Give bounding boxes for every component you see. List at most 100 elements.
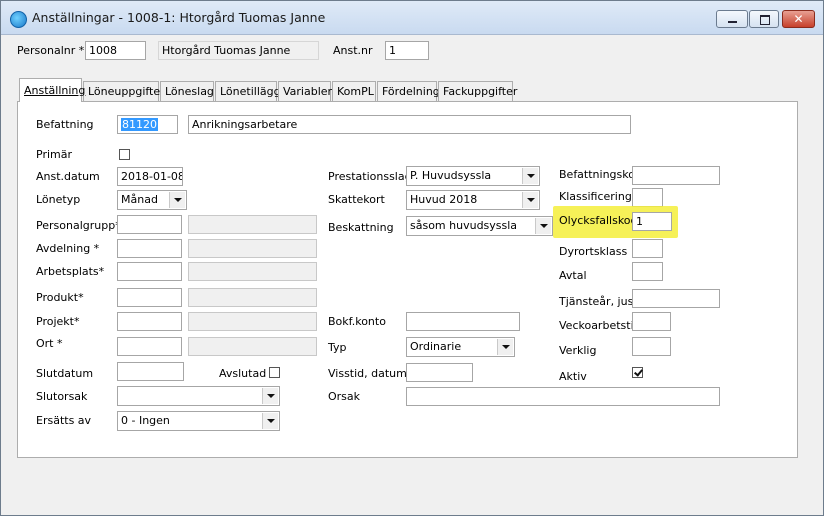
- minimize-icon: [728, 21, 737, 23]
- typ-label: Typ: [328, 341, 347, 354]
- produkt-input[interactable]: [117, 288, 182, 307]
- orsak-label: Orsak: [328, 390, 361, 403]
- befattning-code-value: 81120: [121, 118, 158, 131]
- personalnr-input[interactable]: 1008: [85, 41, 146, 60]
- projekt-desc: [188, 312, 317, 331]
- beskattning-label: Beskattning: [328, 221, 394, 234]
- primar-label: Primär: [36, 148, 72, 161]
- minimize-button[interactable]: [716, 10, 748, 28]
- tab-anstallning[interactable]: Anställning: [19, 78, 86, 102]
- skattekort-select[interactable]: Huvud 2018: [406, 190, 540, 210]
- close-button[interactable]: ✕: [782, 10, 815, 28]
- visstid-datum-input[interactable]: [406, 363, 473, 382]
- chevron-down-icon[interactable]: [535, 218, 551, 234]
- produkt-desc: [188, 288, 317, 307]
- primar-checkbox[interactable]: [119, 149, 130, 160]
- produkt-label: Produkt*: [36, 291, 84, 304]
- avdelning-desc: [188, 239, 317, 258]
- close-icon: ✕: [793, 12, 804, 26]
- beskattning-value: såsom huvudsyssla: [410, 219, 518, 232]
- projekt-input[interactable]: [117, 312, 182, 331]
- ersatts-av-label: Ersätts av: [36, 414, 92, 427]
- klassificering-label: Klassificering: [559, 190, 632, 203]
- befattningskod-label: Befattningskod: [559, 168, 642, 181]
- chevron-down-icon[interactable]: [497, 339, 513, 355]
- skattekort-label: Skattekort: [328, 193, 385, 206]
- ort-label: Ort *: [36, 337, 63, 350]
- orsak-input[interactable]: [406, 387, 720, 406]
- app-icon: [10, 11, 27, 28]
- chevron-down-icon[interactable]: [262, 388, 278, 404]
- visstid-datum-label: Visstid, datum: [328, 367, 407, 380]
- tab-kompl[interactable]: KomPL: [332, 81, 376, 101]
- employee-name-field: Htorgård Tuomas Janne: [158, 41, 319, 60]
- lonetyp-value: Månad: [121, 193, 158, 206]
- prestationsslag-value: P. Huvudsyssla: [410, 169, 492, 182]
- chevron-down-icon[interactable]: [522, 168, 538, 184]
- slutorsak-select[interactable]: [117, 386, 280, 406]
- beskattning-select[interactable]: såsom huvudsyssla: [406, 216, 553, 236]
- projekt-label: Projekt*: [36, 315, 80, 328]
- ersatts-av-select[interactable]: 0 - Ingen: [117, 411, 280, 431]
- befattningskod-input[interactable]: [632, 166, 720, 185]
- slutdatum-input[interactable]: [117, 362, 184, 381]
- aktiv-checkbox[interactable]: [632, 367, 643, 378]
- tab-fackuppgifter[interactable]: Fackuppgifter: [438, 81, 517, 101]
- tab-fordelning-label: Fördelning: [382, 85, 440, 98]
- avslutad-label: Avslutad: [219, 367, 267, 380]
- avslutad-checkbox[interactable]: [269, 367, 280, 378]
- window-title: Anställningar - 1008-1: Htorgård Tuomas …: [32, 10, 326, 25]
- tab-variabler[interactable]: Variabler: [278, 81, 333, 101]
- slutorsak-label: Slutorsak: [36, 390, 88, 403]
- aktiv-label: Aktiv: [559, 370, 587, 383]
- personalgrupp-input[interactable]: [117, 215, 182, 234]
- bokf-konto-input[interactable]: [406, 312, 520, 331]
- maximize-button[interactable]: [749, 10, 779, 28]
- veckoarbetstid-input[interactable]: [632, 312, 671, 331]
- ort-input[interactable]: [117, 337, 182, 356]
- tab-loneuppgifter-label: Löneuppgifter: [88, 85, 165, 98]
- maximize-icon: [760, 15, 770, 25]
- lonetyp-select[interactable]: Månad: [117, 190, 187, 210]
- chevron-down-icon[interactable]: [169, 192, 185, 208]
- tab-loneslag-label: Löneslag: [165, 85, 214, 98]
- dyrortsklass-label: Dyrortsklass: [559, 245, 628, 258]
- tab-fordelning[interactable]: Fördelning: [377, 81, 440, 101]
- prestationsslag-select[interactable]: P. Huvudsyssla: [406, 166, 540, 186]
- tjanstear-input[interactable]: [632, 289, 720, 308]
- befattning-name-input[interactable]: Anrikningsarbetare: [188, 115, 631, 134]
- verklig-input[interactable]: [632, 337, 671, 356]
- typ-select[interactable]: Ordinarie: [406, 337, 515, 357]
- avdelning-label: Avdelning *: [36, 242, 100, 255]
- anstnr-label: Anst.nr: [333, 44, 373, 57]
- avtal-label: Avtal: [559, 269, 587, 282]
- tab-lonetillagg-label: Lönetillägg: [220, 85, 281, 98]
- lonetyp-label: Lönetyp: [36, 193, 81, 206]
- tab-loneslag[interactable]: Löneslag: [160, 81, 214, 101]
- arbetsplats-input[interactable]: [117, 262, 182, 281]
- title-bar[interactable]: Anställningar - 1008-1: Htorgård Tuomas …: [1, 1, 823, 35]
- tjanstear-label: Tjänsteår, just: [559, 295, 638, 308]
- chevron-down-icon[interactable]: [522, 192, 538, 208]
- ort-desc: [188, 337, 317, 356]
- chevron-down-icon[interactable]: [262, 413, 278, 429]
- tab-loneuppgifter[interactable]: Löneuppgifter: [83, 81, 165, 101]
- ersatts-av-value: 0 - Ingen: [121, 414, 170, 427]
- dyrortsklass-input[interactable]: [632, 239, 663, 258]
- olycksfallskod-input[interactable]: 1: [632, 212, 672, 231]
- olycksfallskod-label: Olycksfallskod: [559, 214, 638, 227]
- tab-lonetillagg[interactable]: Lönetillägg: [215, 81, 281, 101]
- avtal-input[interactable]: [632, 262, 663, 281]
- tab-anstallning-label: Anställning: [24, 84, 86, 97]
- arbetsplats-label: Arbetsplats*: [36, 265, 105, 278]
- befattning-code-input[interactable]: 81120: [117, 115, 178, 134]
- anst-datum-input[interactable]: 2018-01-08: [117, 167, 183, 186]
- tab-variabler-label: Variabler: [283, 85, 333, 98]
- arbetsplats-desc: [188, 262, 317, 281]
- klassificering-input[interactable]: [632, 188, 663, 207]
- avdelning-input[interactable]: [117, 239, 182, 258]
- personalnr-label: Personalnr *: [17, 44, 85, 57]
- anstnr-input[interactable]: 1: [385, 41, 429, 60]
- slutdatum-label: Slutdatum: [36, 367, 94, 380]
- typ-value: Ordinarie: [410, 340, 462, 353]
